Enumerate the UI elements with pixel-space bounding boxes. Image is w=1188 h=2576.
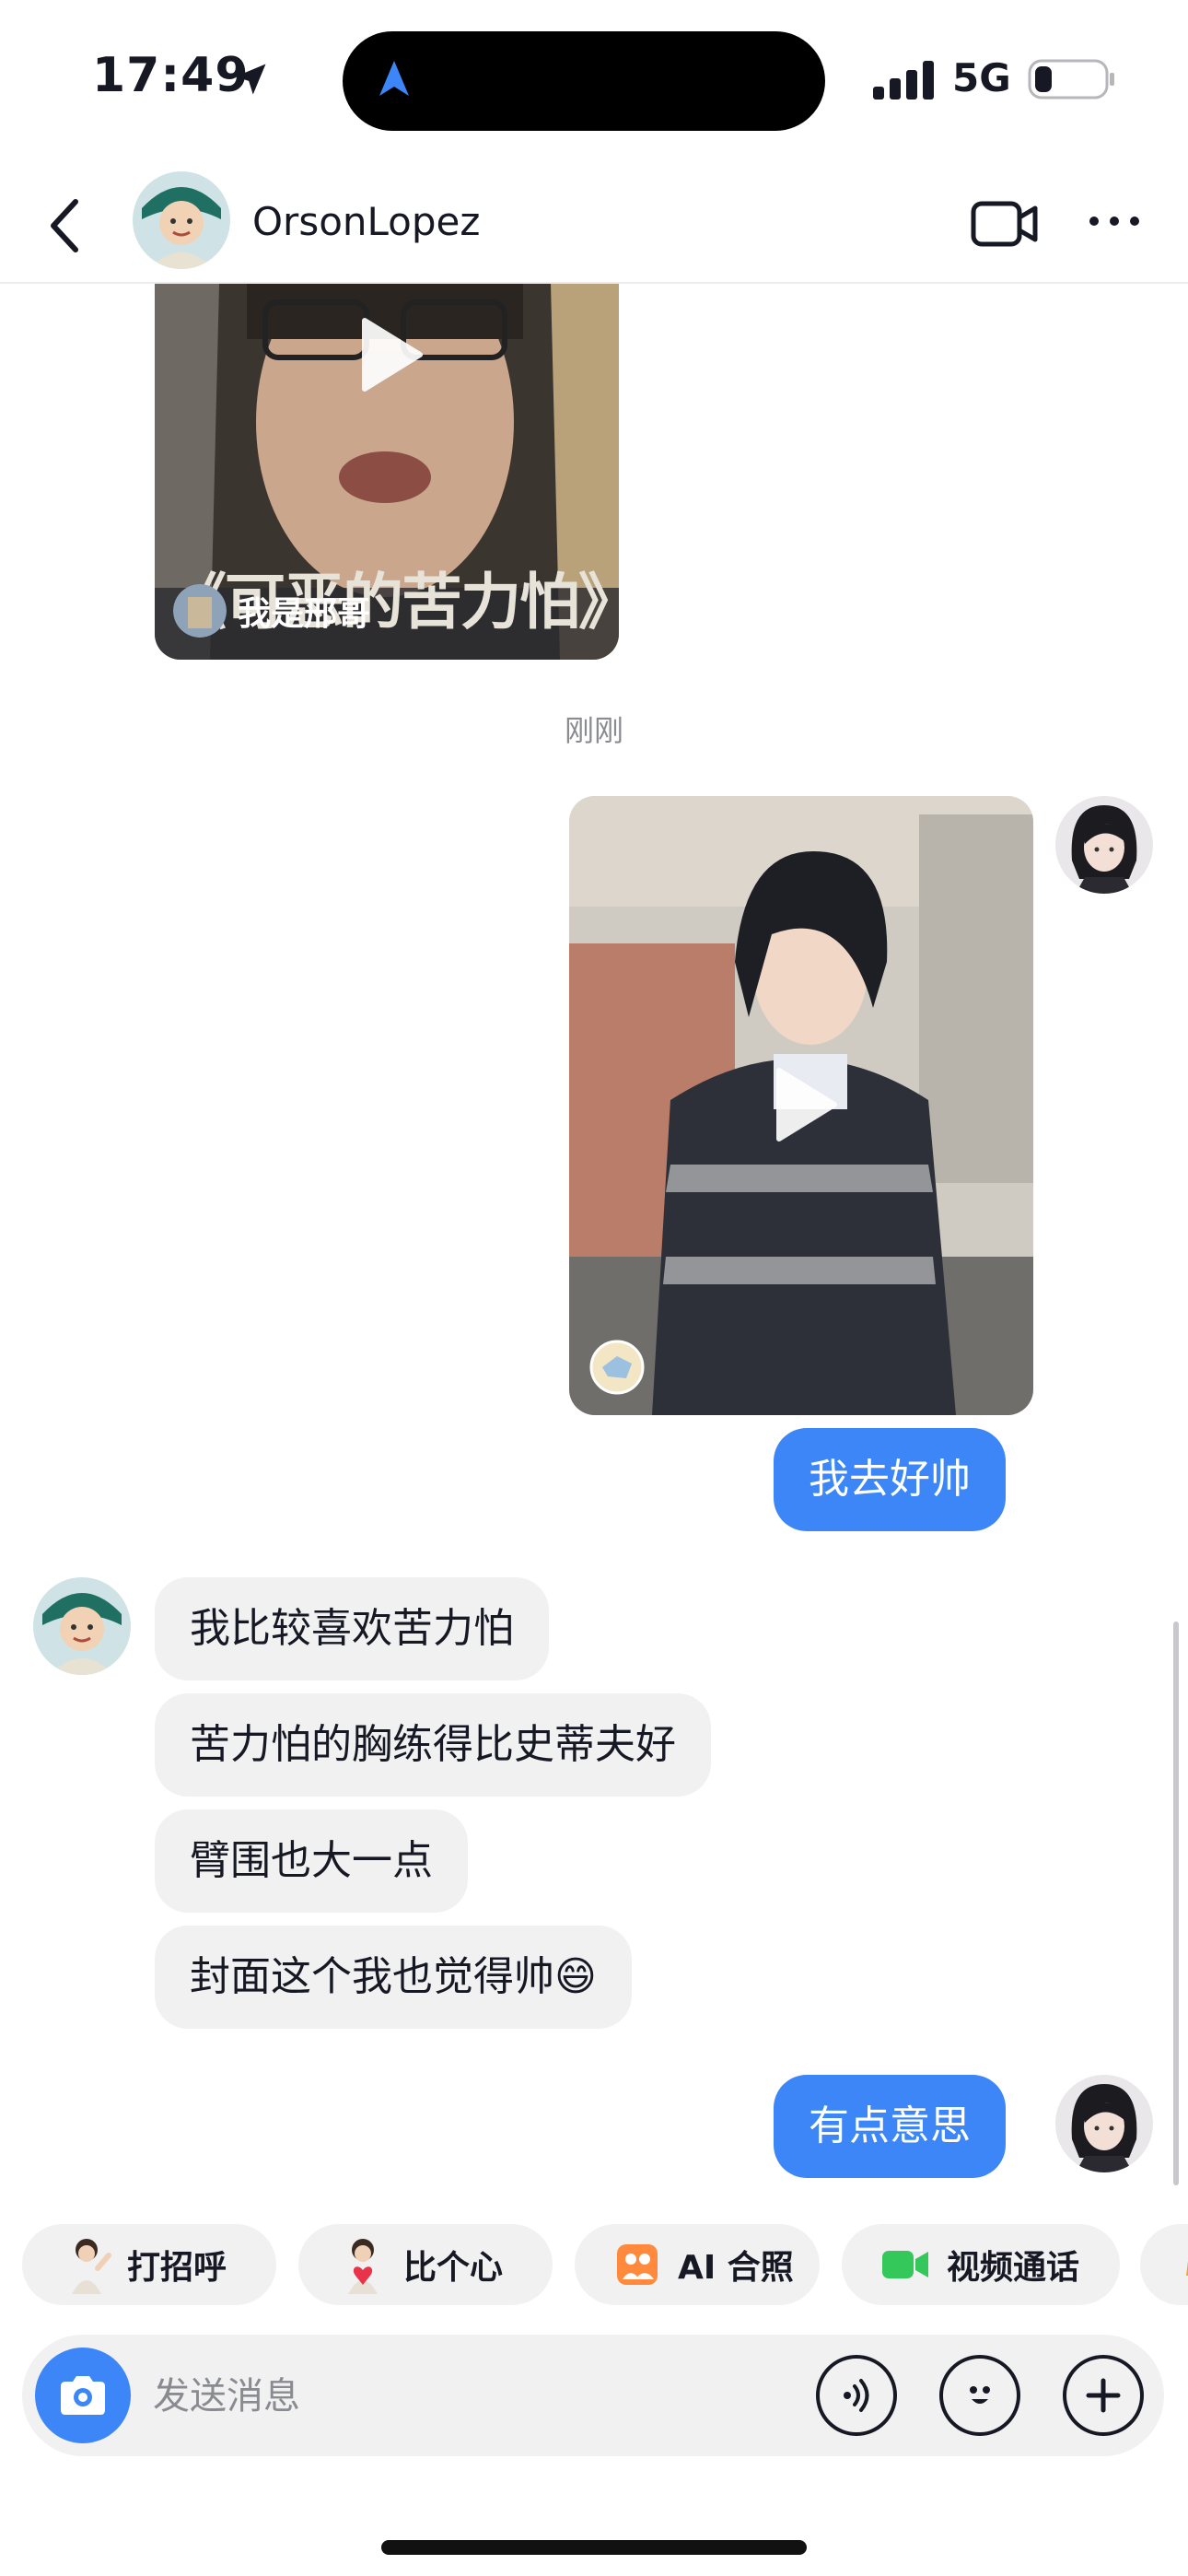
camera-button[interactable] [35,2348,131,2443]
chat-header: OrsonLopez [0,166,1188,284]
incoming-message-1[interactable]: 我比较喜欢苦力怕 [155,1577,549,1680]
message-input-bar [22,2335,1164,2456]
outgoing-video-message[interactable] [569,796,1033,1415]
voice-wave-icon [844,2379,869,2412]
quick-action-more[interactable] [1140,2224,1188,2305]
location-arrow-icon [235,64,266,95]
quick-action-label: AI 合照 [678,2249,794,2287]
back-button[interactable] [37,193,92,258]
video-camera-icon [971,201,1038,247]
voice-button[interactable] [816,2355,897,2436]
message-input[interactable] [151,2368,707,2425]
incoming-video-message[interactable]: 《可恶的苦力怕》 我是邢哥 [155,284,619,660]
quick-action-video-call[interactable]: 视频通话 [842,2224,1120,2305]
waving-person-icon [59,2237,114,2294]
my-avatar-image [1055,2075,1153,2172]
outgoing-message-1[interactable]: 我去好帅 [774,1428,1006,1531]
my-avatar[interactable] [1055,796,1153,894]
status-bar: 17:49 5G [0,0,1188,157]
incoming-message-3[interactable]: 臂围也大一点 [155,1809,468,1913]
contact-avatar-image [133,171,230,269]
quick-action-greet[interactable]: 打招呼 [22,2224,276,2305]
video-call-button[interactable] [971,201,1039,251]
quick-action-label: 打招呼 [127,2249,227,2287]
contact-avatar-image [33,1577,131,1675]
message-timestamp: 刚刚 [564,713,623,748]
quick-actions-row: 打招呼 比个心 AI 合照 视频通话 [0,2224,1188,2307]
network-type: 5G [952,55,1011,100]
ai-photo-icon [610,2237,665,2292]
battery-icon [1028,59,1114,100]
author-avatar [173,584,227,638]
chevron-left-icon [51,199,78,252]
incoming-message-4[interactable]: 封面这个我也觉得帅😄 [155,1926,632,2029]
more-dots-icon [1089,217,1139,226]
emoji-button[interactable] [939,2355,1020,2436]
camera-icon [61,2376,105,2415]
quick-action-label: 视频通话 [947,2249,1080,2287]
outgoing-message-2[interactable]: 有点意思 [774,2075,1006,2178]
quick-action-label: 比个心 [403,2249,504,2287]
add-button[interactable] [1063,2355,1144,2436]
quick-action-ai-photo[interactable]: AI 合照 [575,2224,820,2305]
heart-person-icon [335,2237,390,2294]
contact-avatar[interactable] [133,171,230,269]
home-indicator[interactable] [381,2540,807,2555]
my-avatar-image [1055,796,1153,894]
video-call-icon [879,2237,934,2292]
contact-name[interactable]: OrsonLopez [252,199,480,244]
navigation-arrow-icon [379,61,409,96]
incoming-message-2[interactable]: 苦力怕的胸练得比史蒂夫好 [155,1693,711,1797]
plus-icon [1086,2378,1121,2413]
more-options-button[interactable] [1087,212,1142,234]
quick-action-heart[interactable]: 比个心 [298,2224,553,2305]
my-avatar-bottom[interactable] [1055,2075,1153,2172]
play-icon [362,318,423,392]
video-author-avatar[interactable] [589,1340,645,1395]
video-author-name: 我是邢哥 [238,595,371,633]
cellular-signal-icon [873,61,934,100]
smiley-face-icon [970,2386,990,2404]
bell-icon [1173,2237,1188,2292]
play-icon [776,1068,837,1142]
video-author[interactable]: 我是邢哥 [173,584,370,638]
status-time: 17:49 [92,48,250,103]
chat-scrollbar[interactable] [1173,1622,1179,2185]
contact-message-avatar[interactable] [33,1577,131,1675]
